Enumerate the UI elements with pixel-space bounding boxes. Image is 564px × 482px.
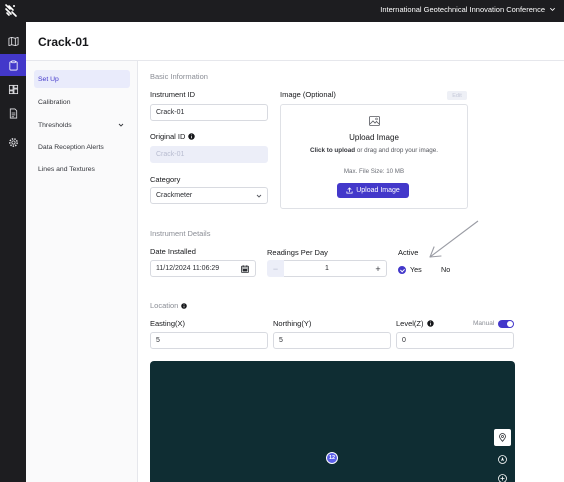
readings-decrement-button[interactable]: − bbox=[267, 260, 284, 277]
settings-icon bbox=[8, 137, 18, 147]
clipboard-icon bbox=[8, 60, 18, 70]
section-title-location: Location bbox=[150, 301, 179, 310]
edit-image-button: Edit bbox=[447, 91, 467, 100]
active-yes-label: Yes bbox=[410, 265, 422, 274]
info-icon[interactable] bbox=[188, 133, 196, 140]
upload-hint-text: or drag and drop your image. bbox=[355, 147, 439, 154]
chevron-down-icon bbox=[550, 7, 555, 11]
sidebar-item-label: Lines and Textures bbox=[38, 165, 95, 173]
organization-name: International Geotechnical Innovation Co… bbox=[380, 5, 545, 14]
rail-map[interactable] bbox=[0, 30, 26, 52]
easting-label: Easting(X) bbox=[150, 319, 186, 328]
section-title-instrument-details: Instrument Details bbox=[150, 229, 211, 238]
original-id-input: Crack-01 bbox=[150, 146, 268, 163]
upload-max-size: Max. File Size: 10 MB bbox=[343, 168, 405, 175]
northing-input[interactable]: 5 bbox=[273, 332, 391, 349]
sidebar-item-label: Calibration bbox=[38, 98, 71, 106]
readings-per-day-input[interactable]: 1 bbox=[284, 260, 370, 277]
sidebar-item-lines-and-textures[interactable]: Lines and Textures bbox=[34, 160, 130, 178]
instrument-id-label: Instrument ID bbox=[150, 90, 196, 99]
northing-label: Northing(Y) bbox=[273, 319, 312, 328]
report-icon bbox=[9, 108, 17, 118]
left-rail bbox=[0, 22, 26, 482]
sidebar-item-thresholds[interactable]: Thresholds bbox=[34, 116, 130, 134]
organization-switcher[interactable]: International Geotechnical Innovation Co… bbox=[380, 5, 556, 14]
map-compass-button[interactable] bbox=[494, 451, 511, 468]
image-optional-label: Image (Optional) bbox=[280, 90, 336, 99]
rail-reports[interactable] bbox=[0, 102, 26, 124]
active-no-radio[interactable]: No bbox=[429, 265, 450, 274]
chevron-down-icon bbox=[118, 123, 124, 127]
rail-instruments[interactable] bbox=[0, 54, 26, 76]
upload-hint: Click to upload or drag and drop your im… bbox=[281, 147, 467, 154]
chevron-down-icon bbox=[256, 194, 262, 198]
location-pin-icon bbox=[499, 433, 506, 442]
manual-toggle-label: Manual bbox=[473, 320, 495, 327]
date-installed-label: Date Installed bbox=[150, 247, 196, 256]
map-zoom-in-button[interactable] bbox=[494, 470, 511, 482]
sidebar-item-set-up[interactable]: Set Up bbox=[34, 70, 130, 88]
location-title-row: Location bbox=[150, 301, 188, 310]
compass-icon bbox=[498, 455, 507, 464]
category-value: Crackmeter bbox=[156, 192, 193, 199]
rail-dashboard[interactable] bbox=[0, 78, 26, 100]
date-installed-input[interactable]: 11/12/2024 11:06:29 bbox=[150, 260, 256, 277]
radio-checked-icon bbox=[398, 265, 406, 274]
top-bar: International Geotechnical Innovation Co… bbox=[0, 0, 564, 22]
upload-title: Upload Image bbox=[349, 133, 399, 142]
image-upload-dropzone[interactable]: Upload Image Click to upload or drag and… bbox=[280, 104, 468, 209]
level-label: Level(Z) bbox=[396, 319, 424, 328]
instrument-id-input[interactable]: Crack-01 bbox=[150, 104, 268, 121]
sidebar-item-label: Set Up bbox=[38, 75, 59, 83]
info-icon[interactable] bbox=[426, 320, 434, 327]
section-title-basic-information: Basic Information bbox=[150, 72, 208, 81]
image-icon bbox=[369, 116, 380, 126]
readings-increment-button[interactable]: + bbox=[370, 260, 387, 277]
upload-button-label: Upload Image bbox=[356, 187, 400, 194]
calendar-icon[interactable] bbox=[241, 265, 249, 273]
map-marker[interactable]: 12 bbox=[326, 452, 338, 464]
active-yes-radio[interactable]: Yes bbox=[398, 265, 422, 274]
sidebar-item-label: Thresholds bbox=[38, 121, 72, 129]
radio-unchecked-icon bbox=[429, 265, 437, 274]
zoom-in-icon bbox=[498, 474, 507, 482]
app-logo-icon[interactable] bbox=[3, 3, 19, 19]
info-icon[interactable] bbox=[181, 302, 188, 309]
main-content: Basic Information Instrument ID Crack-01… bbox=[138, 61, 564, 482]
manual-toggle[interactable] bbox=[498, 320, 514, 328]
date-installed-value: 11/12/2024 11:06:29 bbox=[156, 265, 220, 272]
map-locate-button[interactable] bbox=[494, 429, 511, 446]
sidebar-item-calibration[interactable]: Calibration bbox=[34, 93, 130, 111]
easting-input[interactable]: 5 bbox=[150, 332, 268, 349]
category-select[interactable]: Crackmeter bbox=[150, 187, 268, 204]
active-no-label: No bbox=[441, 265, 451, 274]
page-header: Crack-01 bbox=[26, 22, 564, 61]
sidebar-item-label: Data Reception Alerts bbox=[38, 143, 104, 151]
active-label: Active bbox=[398, 248, 419, 257]
rail-settings[interactable] bbox=[0, 131, 26, 153]
upload-hint-link[interactable]: Click to upload bbox=[310, 147, 355, 154]
map-icon bbox=[8, 36, 18, 46]
original-id-label-row: Original ID bbox=[150, 132, 196, 141]
upload-icon bbox=[346, 187, 353, 194]
level-input[interactable]: 0 bbox=[396, 332, 514, 349]
category-label: Category bbox=[150, 175, 181, 184]
level-label-row: Level(Z) bbox=[396, 319, 434, 328]
location-map[interactable]: 12 bbox=[150, 361, 515, 482]
original-id-label: Original ID bbox=[150, 132, 186, 141]
sidebar-item-data-reception-alerts[interactable]: Data Reception Alerts bbox=[34, 138, 130, 156]
upload-image-button[interactable]: Upload Image bbox=[337, 183, 409, 198]
page-title: Crack-01 bbox=[38, 35, 89, 49]
readings-per-day-label: Readings Per Day bbox=[267, 248, 328, 257]
annotation-arrow-icon bbox=[429, 220, 479, 258]
dashboard-icon bbox=[8, 84, 18, 94]
settings-sidebar: Set Up Calibration Thresholds Data Recep… bbox=[26, 61, 138, 482]
